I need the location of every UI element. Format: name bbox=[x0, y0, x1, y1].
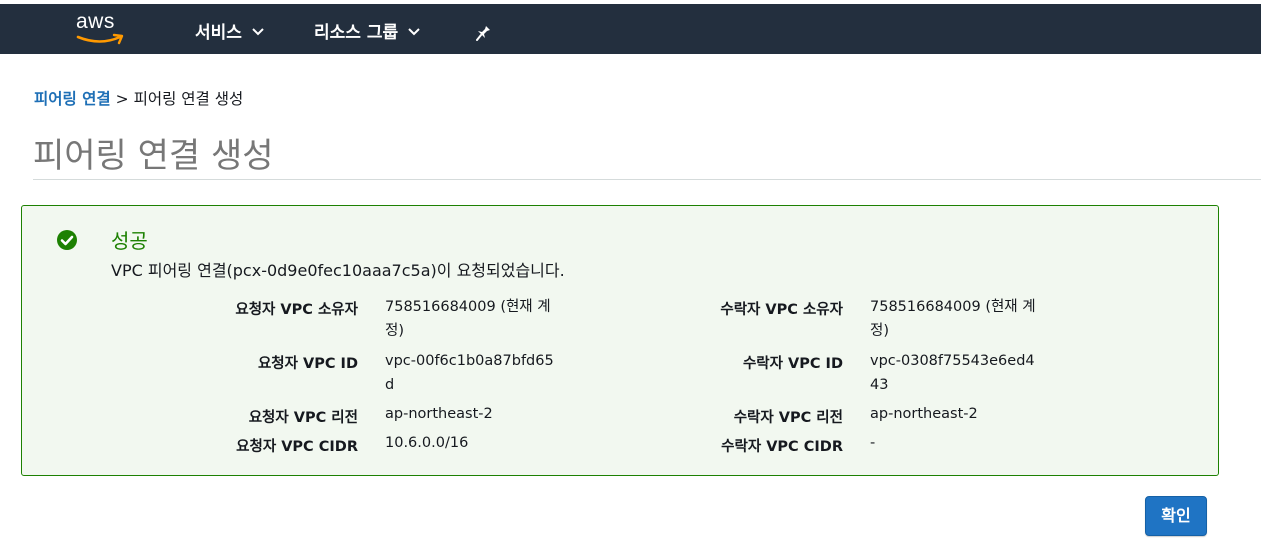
chevron-down-icon bbox=[252, 21, 264, 41]
nav-resource-groups-menu[interactable]: 리소스 그룹 bbox=[314, 18, 420, 43]
accepter-cidr-value: - bbox=[870, 435, 876, 451]
alert-message: VPC 피어링 연결(pcx-0d9e0fec10aaa7c5a)이 요청되었습… bbox=[111, 261, 565, 280]
aws-smile-icon bbox=[76, 33, 124, 45]
accepter-vpc-id-value: vpc-0308f75543e6ed443 bbox=[870, 353, 1035, 393]
pin-icon[interactable] bbox=[476, 22, 494, 46]
requester-region-value: ap-northeast-2 bbox=[385, 406, 493, 422]
check-circle-icon bbox=[57, 230, 77, 254]
requester-region-label: 요청자 VPC 리전 bbox=[248, 410, 358, 426]
accepter-region-value: ap-northeast-2 bbox=[870, 406, 978, 422]
title-divider bbox=[33, 179, 1261, 180]
chevron-down-icon bbox=[408, 21, 420, 41]
top-navigation-bar: aws 서비스 리소스 그룹 bbox=[0, 4, 1261, 54]
page-title: 피어링 연결 생성 bbox=[33, 136, 274, 176]
confirm-button[interactable]: 확인 bbox=[1145, 496, 1207, 536]
requester-vpc-id-value: vpc-00f6c1b0a87bfd65d bbox=[385, 353, 554, 393]
nav-services-label: 서비스 bbox=[195, 23, 242, 43]
requester-vpc-id-label: 요청자 VPC ID bbox=[257, 356, 358, 372]
success-alert-panel: 성공 VPC 피어링 연결(pcx-0d9e0fec10aaa7c5a)이 요청… bbox=[21, 205, 1219, 476]
requester-cidr-value: 10.6.0.0/16 bbox=[385, 435, 469, 451]
breadcrumb-separator: > bbox=[115, 90, 129, 108]
aws-logo[interactable]: aws bbox=[76, 10, 128, 46]
requester-cidr-label: 요청자 VPC CIDR bbox=[236, 439, 358, 455]
alert-title: 성공 bbox=[111, 229, 148, 253]
accepter-region-label: 수락자 VPC 리전 bbox=[733, 410, 843, 426]
accepter-owner-label: 수락자 VPC 소유자 bbox=[720, 302, 843, 318]
breadcrumb-current: 피어링 연결 생성 bbox=[133, 90, 244, 108]
accepter-cidr-label: 수락자 VPC CIDR bbox=[721, 439, 843, 455]
aws-logo-text: aws bbox=[76, 10, 115, 33]
breadcrumb: 피어링 연결 > 피어링 연결 생성 bbox=[34, 87, 243, 109]
requester-owner-value: 758516684009 (현재 계정) bbox=[385, 299, 551, 339]
nav-resource-groups-label: 리소스 그룹 bbox=[314, 23, 399, 43]
nav-services-menu[interactable]: 서비스 bbox=[195, 18, 264, 43]
breadcrumb-link-peering[interactable]: 피어링 연결 bbox=[34, 90, 111, 108]
requester-owner-label: 요청자 VPC 소유자 bbox=[235, 302, 358, 318]
accepter-owner-value: 758516684009 (현재 계정) bbox=[870, 299, 1036, 339]
accepter-vpc-id-label: 수락자 VPC ID bbox=[742, 356, 843, 372]
